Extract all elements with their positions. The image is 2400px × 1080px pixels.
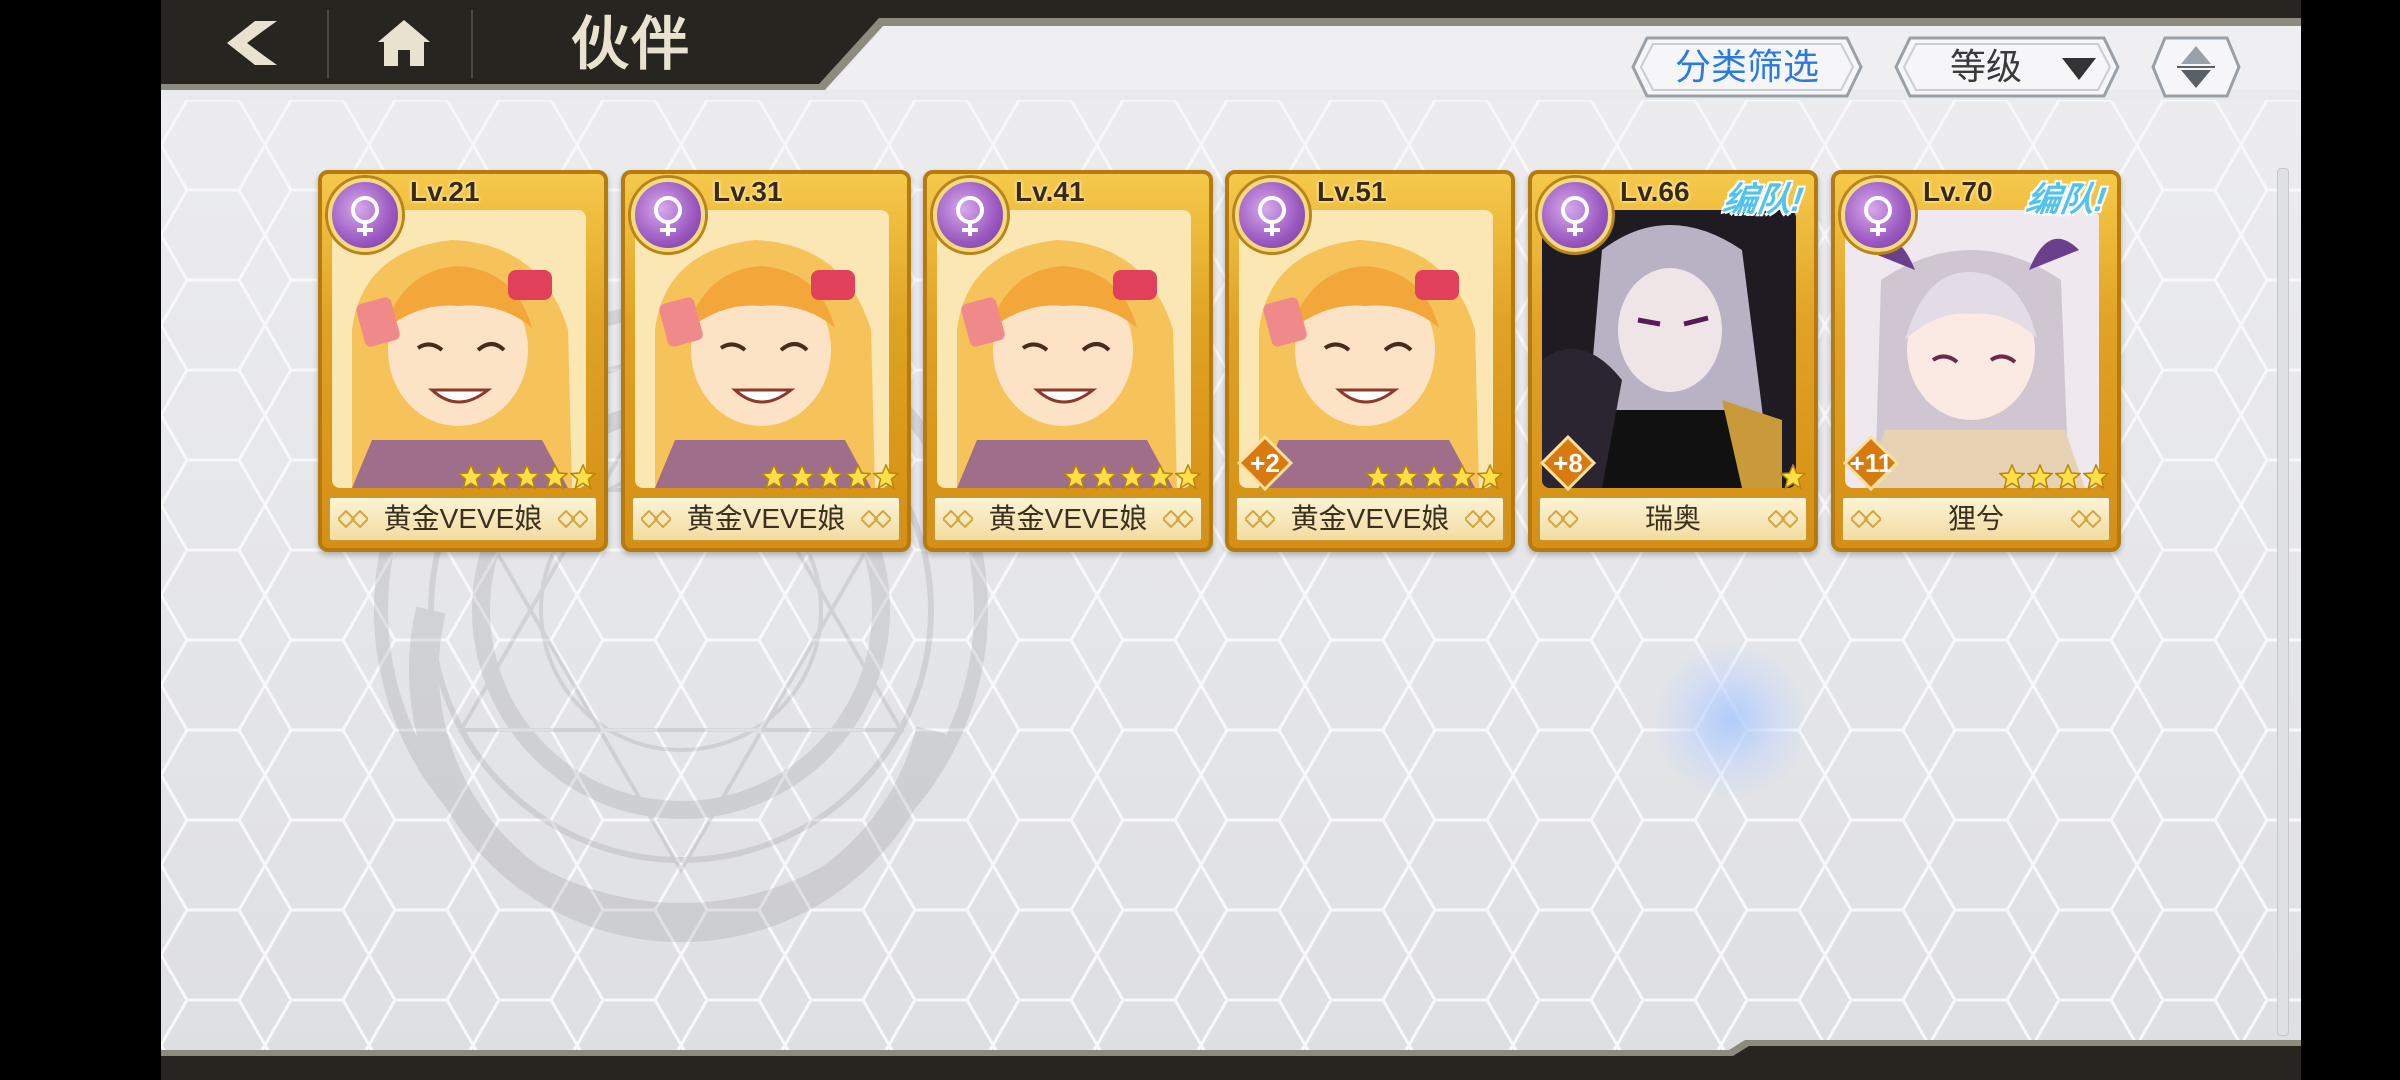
star-icon [789,464,815,490]
name-plate: 瑞奥 [1538,496,1808,542]
element-symbol-icon [1864,196,1892,236]
card-name: 黄金VEVE娘 [988,503,1148,534]
partner-card[interactable]: Lv.51 +2 黄金VEVE娘 [1225,170,1515,552]
back-button[interactable] [201,0,301,85]
team-tag: 编队! [1720,181,1806,219]
star-icon [2083,464,2109,490]
card-name: 狸兮 [1947,503,2004,534]
card-name: 黄金VEVE娘 [1290,503,1450,534]
sort-order-icon [2151,36,2241,98]
footer-bar [161,1040,2301,1080]
sort-order-button[interactable] [2151,36,2241,98]
nav-divider [471,10,473,78]
star-rating [456,464,596,492]
plus-value: +8 [1553,448,1583,478]
partner-card[interactable]: Lv.41 黄金VEVE娘 [923,170,1213,552]
card-level: Lv.31 [713,176,783,207]
card-level: Lv.70 [1923,176,1993,207]
star-icon [458,464,484,490]
plus-badge: +2 [1236,434,1294,492]
partner-card[interactable]: Lv.70 编队! +11 狸兮 [1831,170,2121,552]
name-plate: 黄金VEVE娘 [933,496,1203,542]
name-plate: 狸兮 [1841,496,2111,542]
partner-card[interactable]: Lv.21 黄金VEVE娘 [318,170,608,552]
element-symbol-icon [654,196,682,236]
star-icon [1365,464,1391,490]
star-rating [1061,464,1201,492]
element-icon [631,178,705,252]
name-plate: 黄金VEVE娘 [631,496,901,542]
star-icon [1477,464,1503,490]
category-filter-button[interactable]: 分类筛选 [1631,36,1863,98]
star-icon [514,464,540,490]
plus-value: +11 [1849,448,1893,478]
partner-screen: 伙伴 分类筛选 等级 Lv.21 黄金VEVE娘 Lv.31 黄金VEVE娘 L… [161,0,2301,1080]
star-icon [1175,464,1201,490]
star-icon [570,464,596,490]
element-icon [328,178,402,252]
element-symbol-icon [1561,196,1589,236]
light-glow [1651,640,1811,800]
filter-label: 分类筛选 [1674,46,1819,87]
plus-value: +2 [1250,448,1280,478]
partner-card[interactable]: Lv.66 编队! +8 瑞奥 [1528,170,1818,552]
card-name: 黄金VEVE娘 [686,503,846,534]
element-symbol-icon [956,196,984,236]
nav-divider [327,10,329,78]
star-icon [1449,464,1475,490]
star-rating [1997,464,2109,492]
star-icon [2027,464,2053,490]
scrollbar[interactable] [2277,168,2289,1036]
star-rating [1778,464,1806,492]
star-rating [1363,464,1503,492]
card-name: 瑞奥 [1644,503,1701,534]
element-symbol-icon [351,196,379,236]
star-icon [845,464,871,490]
star-icon [1421,464,1447,490]
element-icon [1235,178,1309,252]
element-symbol-icon [1258,196,1286,236]
card-name: 黄金VEVE娘 [383,503,543,534]
star-icon [1091,464,1117,490]
plus-badge: +11 [1842,434,1900,492]
name-plate: 黄金VEVE娘 [1235,496,1505,542]
star-icon [1999,464,2025,490]
star-icon [542,464,568,490]
back-arrow-icon [227,20,277,65]
page-title: 伙伴 [571,10,692,78]
star-rating [759,464,899,492]
team-tag: 编队! [2023,181,2109,219]
star-icon [486,464,512,490]
sort-dropdown[interactable]: 等级 [1894,36,2120,98]
star-icon [761,464,787,490]
home-icon [378,19,430,66]
card-level: Lv.21 [410,176,480,207]
star-icon [1147,464,1173,490]
star-icon [2055,464,2081,490]
card-level: Lv.66 [1620,176,1690,207]
plus-badge: +8 [1539,434,1597,492]
element-icon [1841,178,1915,252]
header-bar: 伙伴 分类筛选 等级 [161,0,2301,110]
star-icon [817,464,843,490]
element-icon [933,178,1007,252]
star-icon [1119,464,1145,490]
card-level: Lv.51 [1317,176,1387,207]
name-plate: 黄金VEVE娘 [328,496,598,542]
chevron-down-icon [2062,58,2096,80]
home-button[interactable] [349,0,459,85]
star-icon [1393,464,1419,490]
partner-card[interactable]: Lv.31 黄金VEVE娘 [621,170,911,552]
card-level: Lv.41 [1015,176,1085,207]
element-icon [1538,178,1612,252]
star-icon [873,464,899,490]
star-icon [1063,464,1089,490]
star-icon [1780,464,1806,490]
